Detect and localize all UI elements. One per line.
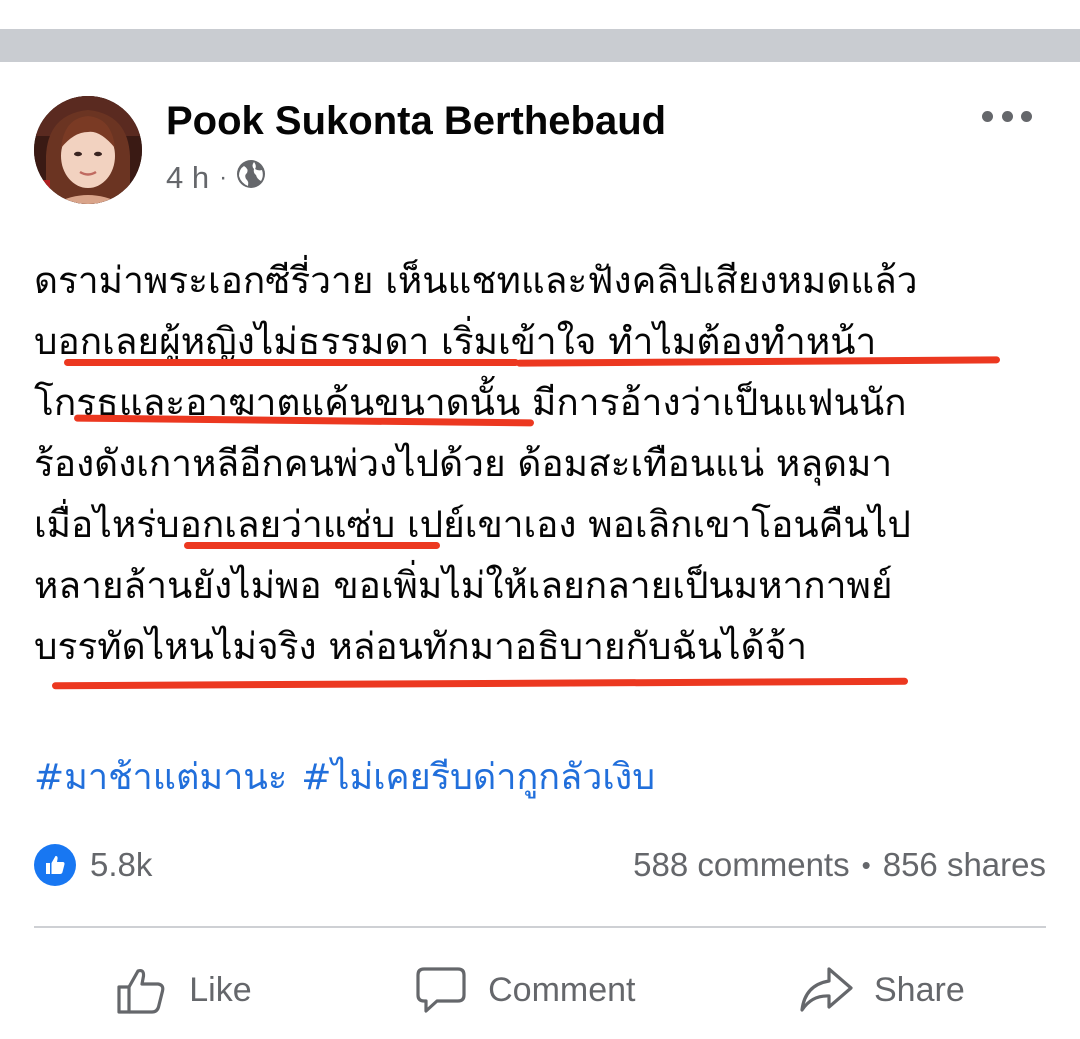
post-meta: 4 h ·	[166, 158, 267, 198]
post-text: ดราม่าพระเอกซีรี่วาย เห็นแชทและฟังคลิปเส…	[34, 250, 1054, 690]
feed-separator	[0, 0, 1080, 62]
red-underline-annotation	[184, 542, 440, 549]
like-button[interactable]: Like	[115, 963, 252, 1017]
red-underline-annotation	[64, 359, 519, 366]
post-text-line: บรรทัดไหนไม่จริง หล่อนทักมาอธิบายกับฉันไ…	[34, 625, 808, 668]
red-underline-annotation	[51, 677, 909, 690]
globe-icon	[235, 158, 267, 198]
post-text-line: หลายล้านยังไม่พอ ขอเพิ่มไม่ให้เลยกลายเป็…	[34, 564, 893, 607]
like-reaction-icon[interactable]	[34, 844, 76, 886]
more-options-icon[interactable]	[982, 104, 1032, 128]
hashtag-link[interactable]: #มาช้าแต่มานะ	[34, 757, 287, 798]
thumbs-up-icon	[117, 968, 165, 1014]
shares-count[interactable]: 856 shares	[883, 846, 1046, 884]
post-stats: 5.8k 588 comments • 856 shares	[34, 842, 1046, 888]
author-name[interactable]: Pook Sukonta Berthebaud	[166, 96, 666, 146]
post-actions: Like Comment Share	[34, 950, 1046, 1030]
comments-count[interactable]: 588 comments	[633, 846, 849, 884]
post-time[interactable]: 4 h	[166, 160, 209, 196]
comment-icon	[416, 967, 466, 1013]
like-label: Like	[189, 970, 252, 1009]
reactions-count[interactable]: 5.8k	[90, 846, 152, 884]
comment-button[interactable]: Comment	[414, 963, 636, 1017]
post-text-line: ร้องดังเกาหลีอีกคนพ่วงไปด้วย ด้อมสะเทือน…	[34, 442, 893, 485]
facebook-post: Pook Sukonta Berthebaud 4 h · ดราม่าพระเ…	[0, 62, 1080, 1039]
avatar[interactable]	[34, 96, 142, 204]
post-text-line: โกรธและอาฆาตแค้นขนาดนั้น มีการอ้างว่าเป็…	[34, 381, 907, 424]
comment-label: Comment	[488, 970, 636, 1009]
avatar-photo	[34, 96, 142, 204]
hashtag-link[interactable]: #ไม่เคยรีบด่ากูกลัวเงิบ	[301, 757, 655, 798]
divider	[34, 926, 1046, 928]
post-text-line: ดราม่าพระเอกซีรี่วาย เห็นแชทและฟังคลิปเส…	[34, 259, 918, 302]
feed-separator-bar	[0, 29, 1080, 62]
meta-dot: ·	[219, 164, 228, 191]
share-button[interactable]: Share	[798, 963, 965, 1017]
stats-separator: •	[861, 849, 871, 880]
hashtags: #มาช้าแต่มานะ #ไม่เคยรีบด่ากูกลัวเงิบ	[34, 750, 669, 806]
share-label: Share	[874, 970, 965, 1009]
share-icon	[800, 967, 853, 1012]
